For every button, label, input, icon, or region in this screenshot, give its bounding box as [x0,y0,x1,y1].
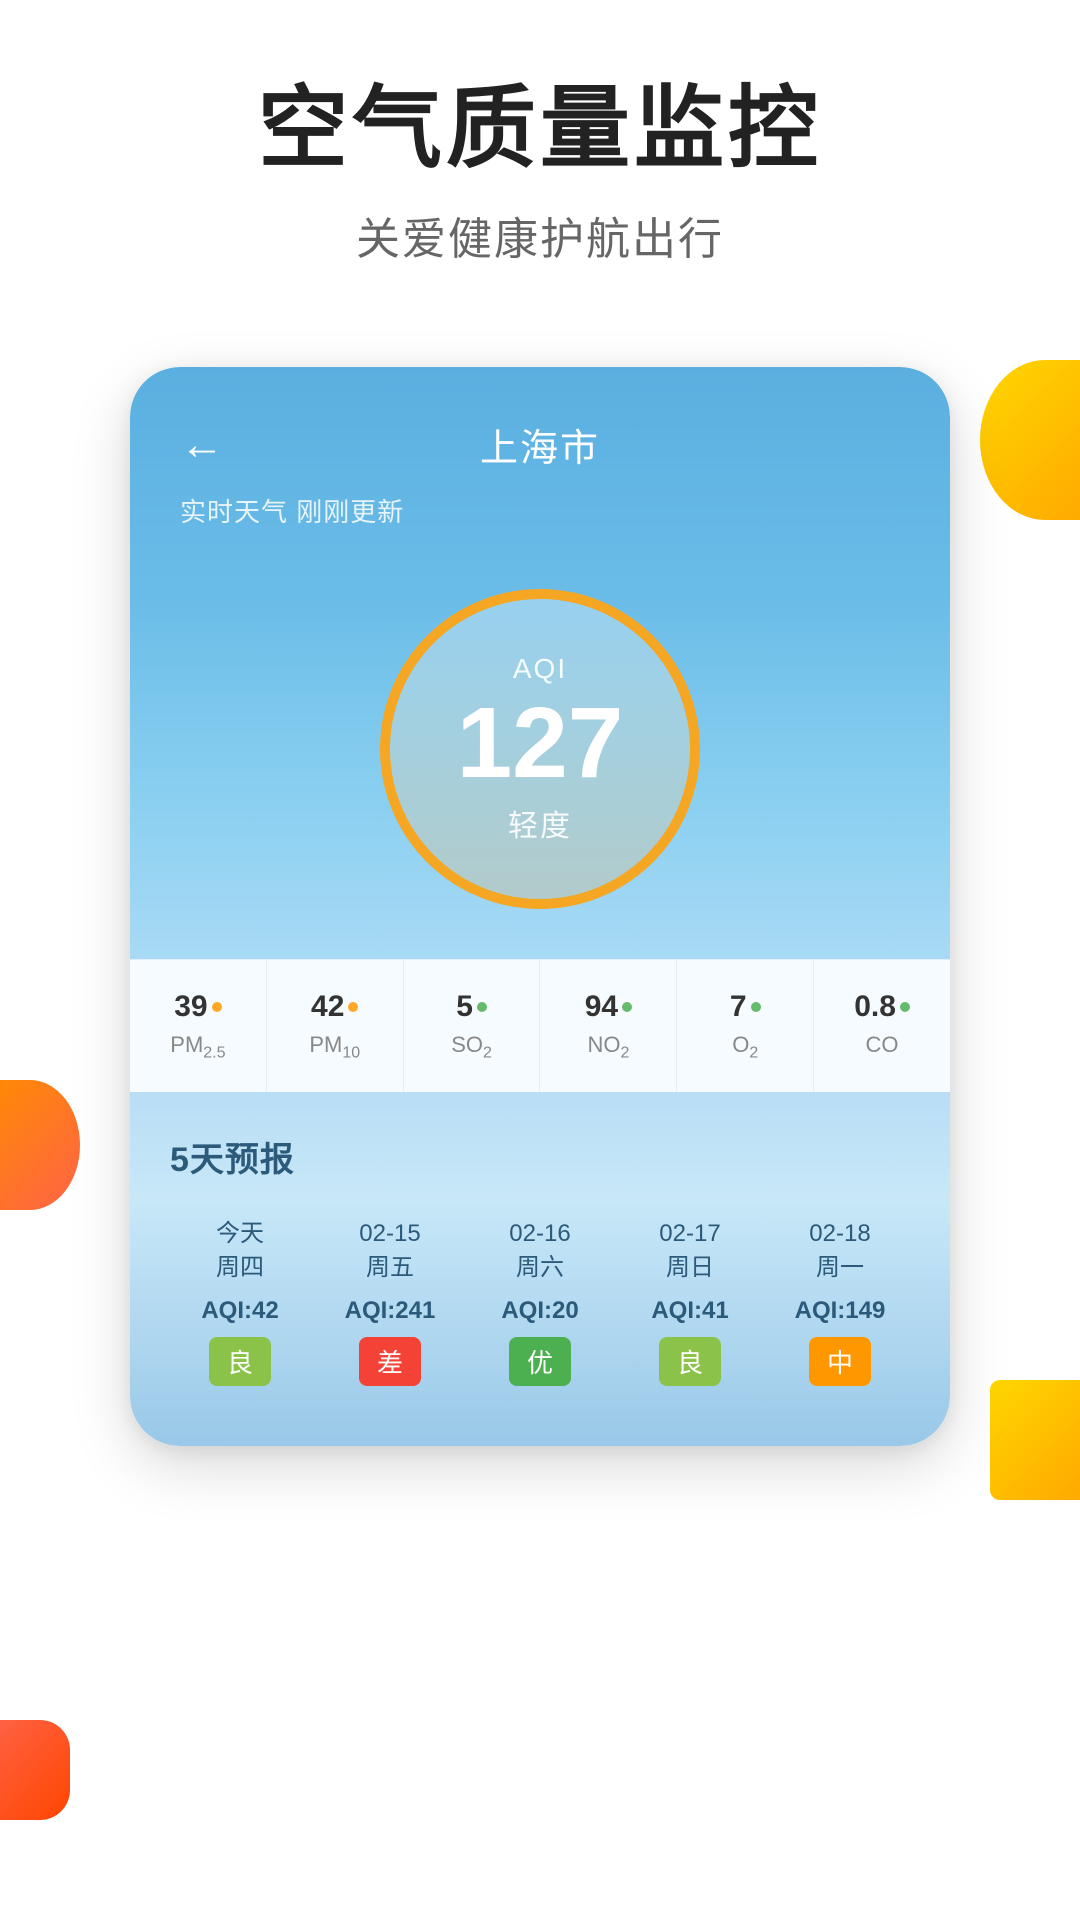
metric-name: O2 [732,1032,758,1062]
metric-name: SO2 [451,1032,492,1062]
aqi-label: AQI [513,653,567,685]
forecast-aqi: AQI:149 [795,1297,886,1325]
forecast-date: 02-16周六 [509,1217,570,1284]
metric-item: 5 SO2 [404,960,541,1092]
nav-bar: ← 上海市 [180,417,900,472]
metric-value-row: 94 [585,990,632,1024]
metrics-row: 39 PM2.5 42 PM10 5 SO2 94 NO2 7 O2 0.8 [130,959,950,1092]
app-header: ← 上海市 实时天气 刚刚更新 AQI 127 轻度 [130,367,950,959]
page-title: 空气质量监控 [60,80,1020,179]
metric-value-row: 42 [311,990,358,1024]
aqi-circle: AQI 127 轻度 [380,589,700,909]
metric-value: 0.8 [854,990,896,1024]
app-screen: ← 上海市 实时天气 刚刚更新 AQI 127 轻度 39 PM2.5 42 [130,367,950,1446]
metric-item: 7 O2 [677,960,814,1092]
metric-dot [751,1002,761,1012]
forecast-date: 02-15周五 [359,1217,420,1284]
forecast-aqi: AQI:20 [501,1297,578,1325]
forecast-badge: 良 [659,1337,721,1386]
metric-item: 0.8 CO [814,960,950,1092]
city-title: 上海市 [480,417,600,472]
deco-orange-top-right [980,360,1080,520]
forecast-badge: 差 [359,1337,421,1386]
metric-dot [212,1002,222,1012]
metric-name: CO [866,1032,899,1058]
metric-name: PM2.5 [170,1032,225,1062]
aqi-value: 127 [457,693,624,793]
metric-name: NO2 [587,1032,629,1062]
forecast-badge: 中 [809,1337,871,1386]
deco-red-bottom-left [0,1720,70,1820]
forecast-date: 今天周四 [216,1217,264,1284]
aqi-level: 轻度 [508,801,572,845]
forecast-date: 02-18周一 [809,1217,870,1284]
page-header: 空气质量监控 关爱健康护航出行 [0,0,1080,327]
metric-value: 39 [174,990,207,1024]
metric-value-row: 5 [456,990,487,1024]
back-button[interactable]: ← [180,420,224,470]
forecast-item: 02-18周一 AQI:149 中 [770,1217,910,1385]
metric-dot [348,1002,358,1012]
forecast-aqi: AQI:42 [201,1297,278,1325]
phone-mockup: ← 上海市 实时天气 刚刚更新 AQI 127 轻度 39 PM2.5 42 [130,367,950,1446]
deco-orange-bottom-left [0,1080,80,1210]
metric-value-row: 7 [730,990,761,1024]
metric-value: 94 [585,990,618,1024]
forecast-aqi: AQI:41 [651,1297,728,1325]
metric-dot [477,1002,487,1012]
forecast-date: 02-17周日 [659,1217,720,1284]
forecast-section: 5天预报 今天周四 AQI:42 良 02-15周五 AQI:241 差 02-… [130,1092,950,1445]
forecast-item: 今天周四 AQI:42 良 [170,1217,310,1385]
weather-status: 实时天气 刚刚更新 [180,492,900,529]
aqi-circle-container: AQI 127 轻度 [180,559,900,959]
forecast-badge: 优 [509,1337,571,1386]
forecast-item: 02-16周六 AQI:20 优 [470,1217,610,1385]
metric-name: PM10 [309,1032,360,1062]
forecast-item: 02-15周五 AQI:241 差 [320,1217,460,1385]
metric-value: 42 [311,990,344,1024]
metric-item: 94 NO2 [540,960,677,1092]
metric-item: 39 PM2.5 [130,960,267,1092]
deco-yellow-bottom-right [990,1380,1080,1500]
metric-value: 5 [456,990,473,1024]
page-subtitle: 关爱健康护航出行 [60,203,1020,267]
metric-value-row: 39 [174,990,221,1024]
metric-item: 42 PM10 [267,960,404,1092]
metric-dot [622,1002,632,1012]
metric-dot [900,1002,910,1012]
metric-value-row: 0.8 [854,990,910,1024]
forecast-grid: 今天周四 AQI:42 良 02-15周五 AQI:241 差 02-16周六 … [170,1217,910,1385]
forecast-title: 5天预报 [170,1132,910,1181]
forecast-badge: 良 [209,1337,271,1386]
metric-value: 7 [730,990,747,1024]
forecast-item: 02-17周日 AQI:41 良 [620,1217,760,1385]
forecast-aqi: AQI:241 [345,1297,436,1325]
